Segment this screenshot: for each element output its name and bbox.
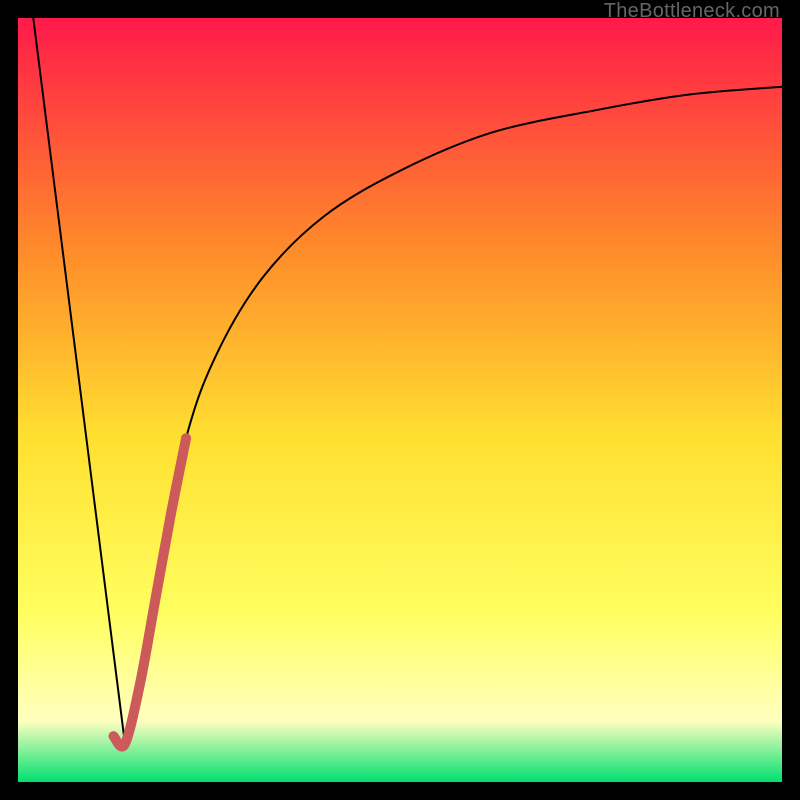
- right-curve-line: [125, 87, 782, 744]
- watermark-text: TheBottleneck.com: [604, 0, 780, 23]
- chart-curves: [18, 18, 782, 782]
- left-descent-line: [33, 18, 125, 744]
- plot-area: [18, 18, 782, 782]
- optimal-mark-line: [114, 438, 187, 746]
